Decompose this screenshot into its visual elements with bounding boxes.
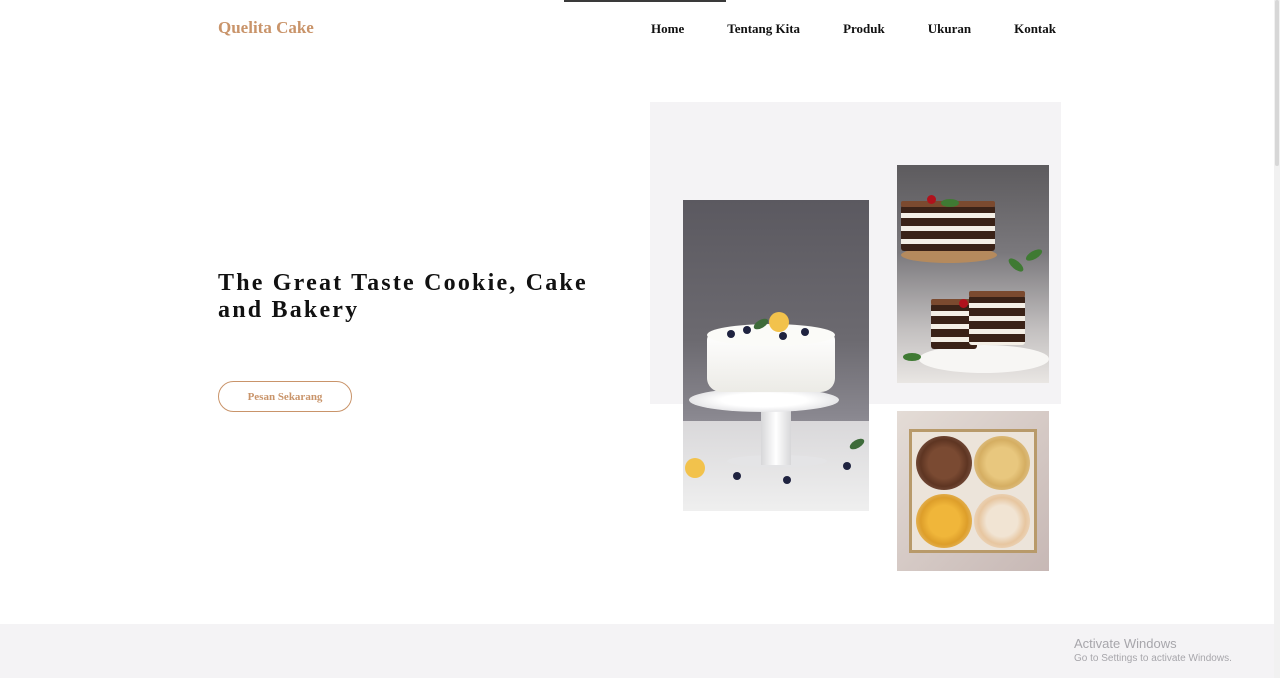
brand-logo[interactable]: Quelita Cake	[218, 18, 314, 38]
order-now-button[interactable]: Pesan Sekarang	[218, 381, 352, 412]
activate-windows-title: Activate Windows	[1074, 636, 1177, 651]
nav-produk[interactable]: Produk	[843, 21, 885, 37]
nav-home[interactable]: Home	[651, 21, 684, 37]
page-scrollbar[interactable]	[1274, 0, 1280, 678]
main-nav: Home Tentang Kita Produk Ukuran Kontak	[651, 21, 1056, 37]
top-indicator-line	[564, 0, 726, 2]
activate-windows-watermark: Activate Windows Go to Settings to activ…	[1074, 636, 1232, 664]
activate-windows-subtitle: Go to Settings to activate Windows.	[1074, 653, 1232, 664]
nav-kontak[interactable]: Kontak	[1014, 21, 1056, 37]
scrollbar-thumb[interactable]	[1275, 0, 1279, 166]
chocolate-cake-photo	[897, 165, 1049, 383]
white-cake-photo	[683, 200, 869, 511]
cookies-jars-photo	[897, 411, 1049, 571]
nav-tentang-kita[interactable]: Tentang Kita	[727, 21, 800, 37]
hero-title: The Great Taste Cookie, Cake and Bakery	[218, 270, 588, 323]
nav-ukuran[interactable]: Ukuran	[928, 21, 971, 37]
